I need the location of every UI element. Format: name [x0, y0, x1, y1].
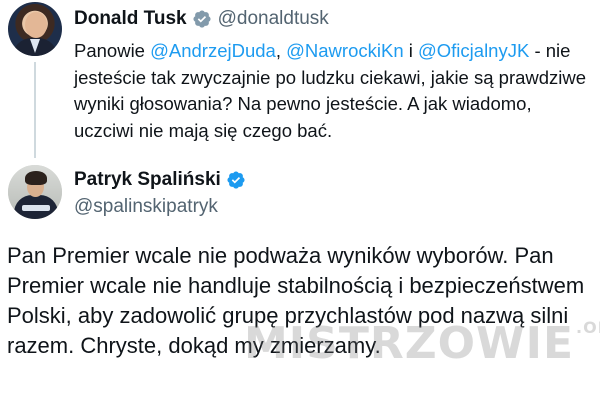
verified-badge-icon [193, 10, 211, 28]
verified-badge-icon [227, 171, 245, 189]
avatar-shirt-print [22, 205, 50, 211]
mention-andrzejduda[interactable]: @AndrzejDuda [150, 40, 276, 61]
avatar-donald-tusk[interactable] [8, 2, 62, 56]
tweet1-header: Donald Tusk @donaldtusk [74, 8, 329, 30]
tweet1-author-name[interactable]: Donald Tusk [74, 8, 187, 30]
tweet2-handle[interactable]: @spalinskipatryk [74, 196, 218, 218]
tweet2-header: Patryk Spaliński [74, 169, 246, 191]
tweet1-sep1: , [275, 40, 287, 61]
tweet2-author-name[interactable]: Patryk Spaliński [74, 169, 221, 191]
tweet1-text-prefix: Panowie [74, 40, 151, 61]
tweet1-sep2: i [403, 40, 418, 61]
tweet1-handle[interactable]: @donaldtusk [218, 8, 329, 30]
mention-nawrockikn[interactable]: @NawrockiKn [286, 40, 403, 61]
avatar-face [25, 12, 47, 38]
avatar-hair [25, 171, 47, 185]
tweet2-body: Pan Premier wcale nie podważa wyników wy… [7, 243, 585, 358]
mention-oficjalnyjk[interactable]: @OficjalnyJK [418, 40, 529, 61]
thread-connector-line [34, 62, 36, 158]
tweet-thread: Donald Tusk @donaldtusk Panowie @Andrzej… [0, 0, 600, 408]
avatar-patryk-spalinski[interactable] [8, 165, 62, 219]
tweet1-body: Panowie @AndrzejDuda, @NawrockiKn i @Ofi… [74, 38, 594, 144]
